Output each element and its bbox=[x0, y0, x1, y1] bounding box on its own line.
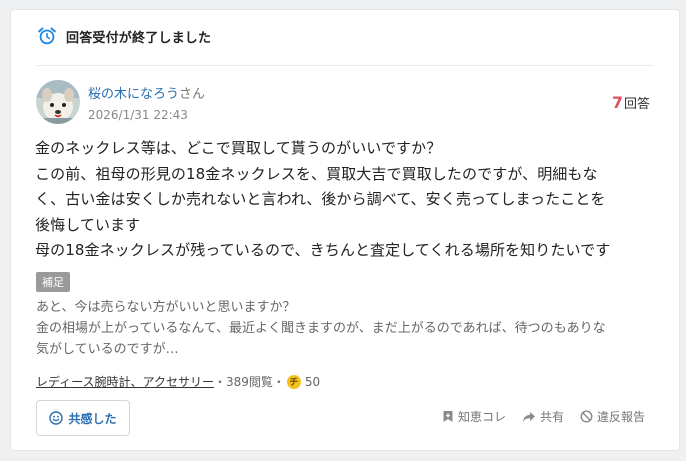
question-line: 金のネックレス等は、どこで買取して貰うのがいいですか？ bbox=[35, 139, 442, 157]
author-suffix: さん bbox=[179, 87, 206, 102]
empathy-button-label: 共感した bbox=[68, 411, 117, 426]
supplement-line: あと、今は売らない方がいいと思いますか？ bbox=[36, 300, 296, 315]
answer-count-number: 7 bbox=[611, 93, 623, 112]
supplement-body: あと、今は売らない方がいいと思いますか？ 金の相場が上がっているなんて、最近よく… bbox=[36, 297, 666, 360]
coin-count: 50 bbox=[304, 374, 321, 389]
empathy-button[interactable]: 共感した bbox=[36, 400, 130, 436]
post-date: 2026/1/31 22:43 bbox=[88, 108, 188, 122]
avatar[interactable] bbox=[36, 80, 80, 124]
view-count: 389閲覧 bbox=[225, 375, 273, 389]
author-name[interactable]: 桜の木になろう bbox=[88, 87, 179, 102]
avatar-image bbox=[36, 80, 80, 124]
share-arrow-icon bbox=[522, 411, 535, 422]
alarm-clock-icon bbox=[38, 27, 56, 45]
answer-count[interactable]: 7 回答 bbox=[612, 93, 650, 112]
chie-kore-label: 知恵コレ bbox=[457, 410, 506, 424]
closed-notice: 回答受付が終了しました bbox=[36, 25, 211, 47]
smile-icon bbox=[49, 411, 64, 425]
question-body: 金のネックレス等は、どこで買取して貰うのがいいですか？ この前、祖母の形見の18… bbox=[35, 136, 660, 264]
supplement-line: 気がしているのですが… bbox=[36, 342, 179, 357]
share-label: 共有 bbox=[539, 410, 564, 424]
meta-separator: ・ bbox=[272, 375, 285, 389]
share-button[interactable]: 共有 bbox=[522, 408, 564, 425]
author-line: 桜の木になろうさん bbox=[88, 83, 205, 102]
supplement-tag: 補足 bbox=[36, 272, 70, 292]
divider bbox=[36, 65, 653, 66]
question-meta: レディース腕時計、アクセサリー ・ 389閲覧 ・ チ 50 bbox=[36, 373, 320, 390]
closed-notice-text: 回答受付が終了しました bbox=[66, 30, 212, 46]
category-link[interactable]: レディース腕時計、アクセサリー bbox=[36, 373, 214, 390]
question-line: 母の18金ネックレスが残っているので、きちんと査定してくれる場所を知りたいです bbox=[35, 241, 611, 259]
report-button[interactable]: 違反報告 bbox=[580, 408, 645, 425]
answer-count-label: 回答 bbox=[623, 97, 650, 112]
prohibited-icon bbox=[580, 410, 593, 423]
action-bar: 知恵コレ 共有 違反報告 bbox=[426, 408, 645, 425]
question-card: 回答受付が終了しました 桜の木になろうさん 2026/1/31 22:43 7回… bbox=[10, 9, 680, 451]
question-line: この前、祖母の形見の18金ネックレスを、買取大吉で買取したのですが、明細もな bbox=[35, 164, 598, 183]
supplement-line: 金の相場が上がっているなんて、最近よく聞きますのが、まだ上がるのであれば、待つの… bbox=[36, 321, 606, 336]
question-line: 後悔しています bbox=[35, 215, 141, 234]
bookmark-icon bbox=[443, 411, 453, 422]
chie-coin-icon: チ bbox=[286, 374, 301, 389]
question-line: く、古い金は安くしか売れないと言われ、後から調べて、安く売ってしまったことを bbox=[35, 190, 606, 208]
meta-separator: ・ bbox=[213, 375, 226, 389]
chie-kore-button[interactable]: 知恵コレ bbox=[442, 408, 506, 425]
report-label: 違反報告 bbox=[596, 410, 645, 424]
